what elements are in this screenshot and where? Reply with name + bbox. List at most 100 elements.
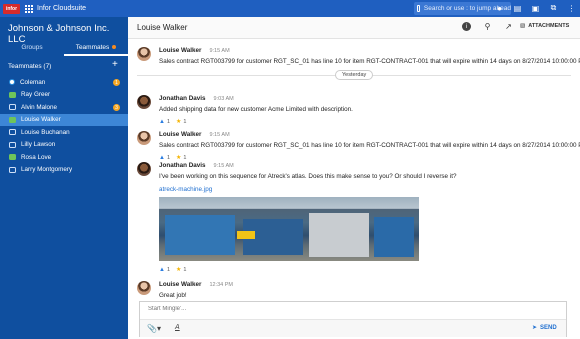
- like-count: 1: [166, 154, 171, 161]
- message-input[interactable]: [148, 306, 448, 312]
- message: Louise Walker 9:15 AM Sales contract RGT0…: [137, 47, 580, 69]
- teammate-name: Lilly Lawson: [21, 141, 56, 149]
- app-name: Infor Cloudsuite: [37, 5, 87, 12]
- message-text: Great job!: [159, 292, 187, 299]
- image-machine: [374, 217, 414, 257]
- message: Jonathan Davis 9:03 AM Added shipping dat…: [137, 95, 567, 127]
- avatar[interactable]: [137, 281, 151, 295]
- thumbs-up-icon: ▲: [159, 154, 165, 161]
- status-icon: [9, 116, 16, 123]
- send-icon: ➤: [532, 325, 538, 331]
- chat-panel: Louise Walker i ⚲ ↗ ▧ ATTACHMENTS Louise…: [128, 17, 580, 339]
- sender-name[interactable]: Jonathan Davis: [159, 162, 206, 169]
- sender-name[interactable]: Louise Walker: [159, 47, 201, 54]
- status-icon: [9, 141, 16, 148]
- add-teammate-button[interactable]: +: [112, 59, 118, 70]
- sender-name[interactable]: Louise Walker: [159, 131, 201, 138]
- sender-name[interactable]: Jonathan Davis: [159, 95, 206, 102]
- star-reaction[interactable]: ★ 1: [176, 118, 186, 126]
- divider-label: Yesterday: [335, 70, 374, 80]
- message-body: Jonathan Davis 9:15 AM I've been working …: [159, 162, 569, 273]
- teammate-name: Ray Greer: [21, 91, 51, 99]
- chat-title: Louise Walker: [137, 23, 188, 32]
- top-icons: ● ▤ ▣ ⧉ ⋮: [495, 3, 576, 13]
- app-window: infor Infor Cloudsuite Search or use : t…: [0, 0, 580, 339]
- message-time: 9:15 AM: [209, 48, 230, 54]
- message: Louise Walker 9:15 AM Sales contract RGT0…: [137, 131, 580, 163]
- send-button[interactable]: ➤ SEND: [532, 324, 557, 332]
- teammate-louise-walker[interactable]: Louise Walker: [0, 113, 128, 126]
- message-text: I've been working on this sequence for A…: [159, 173, 457, 180]
- date-divider: Yesterday: [137, 70, 571, 80]
- attach-icon[interactable]: 📎▾: [147, 324, 161, 333]
- teammate-rosa-love[interactable]: Rosa Love: [0, 151, 128, 164]
- avatar[interactable]: [137, 95, 151, 109]
- like-reaction[interactable]: ▲ 1: [159, 119, 170, 125]
- sender-name[interactable]: Louise Walker: [159, 281, 201, 288]
- teammate-larry-montgomery[interactable]: Larry Montgomery: [0, 164, 128, 177]
- open-external-icon[interactable]: ↗: [504, 22, 513, 31]
- star-count: 1: [183, 154, 187, 161]
- star-icon: ★: [176, 155, 182, 161]
- infor-logo[interactable]: infor: [3, 3, 20, 14]
- message-composer: 📎▾ A ➤ SEND: [139, 301, 567, 337]
- message-text: Added shipping data for new customer Acm…: [159, 106, 353, 113]
- share-icon[interactable]: ⧉: [549, 3, 558, 13]
- avatar[interactable]: [137, 162, 151, 176]
- app-grid-icon[interactable]: [25, 4, 33, 13]
- teammate-coleman[interactable]: Coleman 1: [0, 76, 128, 89]
- status-icon: [9, 129, 16, 136]
- attachment-link[interactable]: atreck-machine.jpg: [159, 186, 569, 193]
- teammate-name: Rosa Love: [21, 153, 52, 161]
- text-format-icon[interactable]: A: [175, 324, 180, 331]
- attachment-image[interactable]: [159, 197, 419, 261]
- like-reaction[interactable]: ▲ 1: [159, 267, 170, 273]
- teammate-ray-greer[interactable]: Ray Greer: [0, 89, 128, 102]
- folder-icon: ▧: [520, 23, 526, 29]
- thumbs-up-icon: ▲: [159, 118, 165, 125]
- search-icon[interactable]: ⚲: [483, 22, 492, 31]
- attachments-button[interactable]: ▧ ATTACHMENTS: [520, 23, 569, 29]
- status-icon: [9, 91, 16, 98]
- info-icon[interactable]: i: [462, 22, 471, 31]
- message: Louise Walker 12:34 PM Great job!: [137, 281, 567, 303]
- star-reaction[interactable]: ★ 1: [176, 266, 186, 274]
- like-count: 1: [166, 118, 171, 125]
- menu-icon[interactable]: ⋮: [567, 3, 576, 13]
- message-time: 12:34 PM: [209, 282, 234, 288]
- teammate-louise-buchanan[interactable]: Louise Buchanan: [0, 126, 128, 139]
- message-text: Sales contract RGT003799 for customer RG…: [159, 58, 580, 65]
- sidebar: Johnson & Johnson Inc. LLC Groups Teamma…: [0, 17, 128, 339]
- message-header: Jonathan Davis 9:03 AM: [159, 95, 569, 102]
- teammate-name: Alvin Malone: [21, 103, 58, 111]
- search-icon: [417, 5, 420, 12]
- send-label: SEND: [540, 324, 557, 331]
- inbox-icon[interactable]: ▤: [513, 3, 522, 13]
- teammate-alvin-malone[interactable]: Alvin Malone 3: [0, 101, 128, 114]
- sidebar-tabs: Groups Teammates: [0, 42, 128, 56]
- teammate-lilly-lawson[interactable]: Lilly Lawson: [0, 139, 128, 152]
- message: Jonathan Davis 9:15 AM I've been working …: [137, 162, 567, 280]
- user-icon[interactable]: ●: [495, 3, 504, 13]
- star-icon: ★: [176, 267, 182, 273]
- avatar[interactable]: [137, 47, 151, 61]
- status-icon: [9, 104, 16, 111]
- teammate-name: Larry Montgomery: [21, 166, 73, 174]
- unread-badge: 1: [113, 79, 120, 86]
- tab-groups[interactable]: Groups: [0, 42, 64, 56]
- teammate-name: Louise Walker: [21, 116, 61, 124]
- teammates-list: Coleman 1 Ray Greer Alvin Malone 3 Louis…: [0, 76, 128, 176]
- avatar[interactable]: [137, 131, 151, 145]
- thumbs-up-icon: ▲: [159, 266, 165, 273]
- message-header: Jonathan Davis 9:15 AM: [159, 162, 569, 169]
- star-reaction[interactable]: ★ 1: [176, 154, 187, 162]
- like-reaction[interactable]: ▲ 1: [159, 155, 170, 161]
- composer-toolbar: 📎▾ A ➤ SEND: [140, 319, 566, 337]
- status-icon: [9, 79, 15, 86]
- teammate-name: Coleman: [20, 78, 46, 86]
- tab-teammates[interactable]: Teammates: [64, 42, 128, 56]
- like-count: 1: [166, 266, 171, 273]
- message-header: Louise Walker 12:34 PM: [159, 281, 569, 288]
- chat-icon[interactable]: ▣: [531, 3, 540, 13]
- teammate-name: Louise Buchanan: [21, 128, 70, 136]
